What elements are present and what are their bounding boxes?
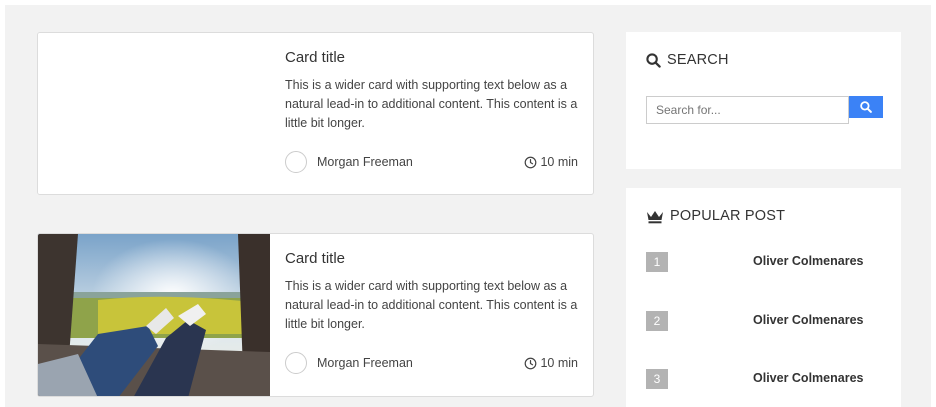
search-panel: SEARCH <box>626 32 901 169</box>
avatar[interactable] <box>285 352 307 374</box>
read-time-label: 10 min <box>540 155 578 169</box>
popular-item[interactable]: 2 Oliver Colmenares <box>646 311 886 331</box>
card-2[interactable]: Card title This is a wider card with sup… <box>37 233 594 397</box>
search-title: SEARCH <box>667 52 729 68</box>
card-text: This is a wider card with supporting tex… <box>285 78 578 130</box>
card-body: Card title This is a wider card with sup… <box>285 250 585 334</box>
avatar[interactable] <box>285 151 307 173</box>
search-input[interactable] <box>646 96 849 124</box>
popular-item-name[interactable]: Oliver Colmenares <box>753 313 863 327</box>
popular-item-name[interactable]: Oliver Colmenares <box>753 254 863 268</box>
search-heading: SEARCH <box>646 52 729 68</box>
clock-icon <box>525 156 537 168</box>
card-image-placeholder <box>38 33 270 194</box>
author-name[interactable]: Morgan Freeman <box>317 356 413 370</box>
card-text: This is a wider card with supporting tex… <box>285 279 578 331</box>
card-1[interactable]: Card title This is a wider card with sup… <box>37 32 594 195</box>
crown-icon <box>647 210 663 223</box>
search-icon <box>860 101 872 113</box>
search-icon <box>646 52 661 68</box>
search-form <box>646 96 883 124</box>
popular-heading: POPULAR POST <box>646 208 785 224</box>
card-meta: Morgan Freeman 10 min <box>285 352 578 374</box>
search-button[interactable] <box>849 96 883 118</box>
rank-badge: 2 <box>646 311 668 331</box>
popular-item-name[interactable]: Oliver Colmenares <box>753 371 863 385</box>
popular-item[interactable]: 1 Oliver Colmenares <box>646 252 886 272</box>
clock-icon <box>525 357 537 369</box>
landscape-photo <box>38 234 270 396</box>
read-time: 10 min <box>524 356 578 370</box>
popular-item[interactable]: 3 Oliver Colmenares <box>646 369 886 389</box>
card-title[interactable]: Card title <box>285 250 585 267</box>
card-title[interactable]: Card title <box>285 49 585 66</box>
read-time: 10 min <box>524 155 578 169</box>
card-body: Card title This is a wider card with sup… <box>285 49 585 133</box>
card-image <box>38 234 270 396</box>
popular-panel: POPULAR POST 1 Oliver Colmenares 2 Olive… <box>626 188 901 407</box>
author-name[interactable]: Morgan Freeman <box>317 155 413 169</box>
card-meta: Morgan Freeman 10 min <box>285 151 578 173</box>
popular-title: POPULAR POST <box>670 208 786 224</box>
rank-badge: 1 <box>646 252 668 272</box>
read-time-label: 10 min <box>540 356 578 370</box>
rank-badge: 3 <box>646 369 668 389</box>
page-background: Card title This is a wider card with sup… <box>5 5 931 407</box>
